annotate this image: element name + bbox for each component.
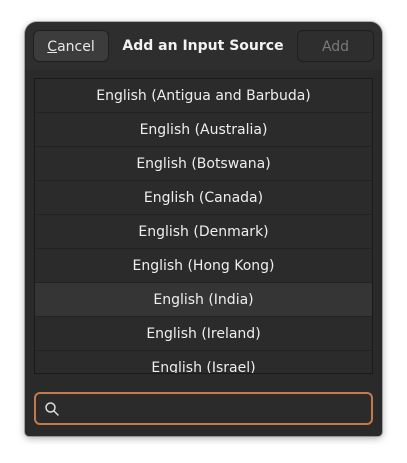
- cancel-button[interactable]: Cancel: [33, 30, 109, 62]
- list-item[interactable]: English (Hong Kong): [35, 249, 372, 283]
- list-item[interactable]: English (Ireland): [35, 317, 372, 351]
- search-icon: [45, 402, 59, 416]
- list-item[interactable]: English (Canada): [35, 181, 372, 215]
- list-item[interactable]: English (Israel): [35, 351, 372, 373]
- cancel-mnemonic: C: [47, 39, 58, 55]
- list-item[interactable]: English (Australia): [35, 113, 372, 147]
- header-bar: Cancel Add an Input Source Add: [25, 22, 382, 70]
- cancel-label: ancel: [57, 39, 95, 55]
- list-item-selected[interactable]: English (India): [35, 283, 372, 317]
- list-item[interactable]: English (Botswana): [35, 147, 372, 181]
- list-item[interactable]: English (Antigua and Barbuda): [35, 79, 372, 113]
- list-item[interactable]: English (Denmark): [35, 215, 372, 249]
- input-source-list[interactable]: English (Antigua and Barbuda) English (A…: [34, 78, 373, 374]
- add-input-source-dialog: Cancel Add an Input Source Add English (…: [25, 22, 382, 436]
- search-entry[interactable]: [34, 392, 373, 425]
- dialog-title: Add an Input Source: [122, 38, 284, 54]
- search-input[interactable]: [66, 397, 370, 422]
- add-button[interactable]: Add: [297, 30, 374, 62]
